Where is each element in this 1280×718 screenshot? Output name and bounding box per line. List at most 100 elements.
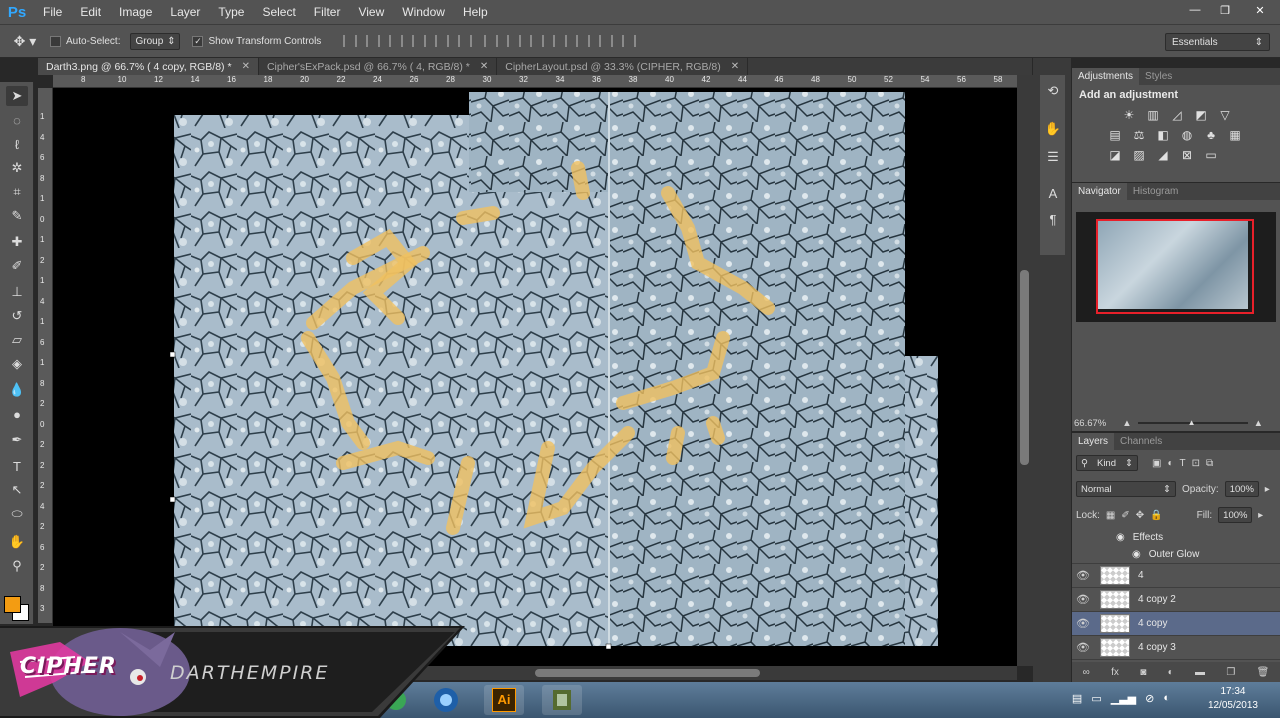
visibility-eye-icon[interactable]: 👁 [1072, 641, 1094, 654]
color-lookup-icon[interactable]: ▦ [1228, 128, 1242, 142]
invert-icon[interactable]: ◪ [1108, 148, 1122, 162]
menu-filter[interactable]: Filter [305, 0, 350, 24]
crop-tool-icon[interactable]: ⌗ [6, 182, 28, 202]
close-button[interactable]: ✕ [1240, 0, 1280, 20]
auto-select-dropdown[interactable]: Group ⇕ [130, 32, 181, 50]
tab-channels[interactable]: Channels [1114, 433, 1168, 450]
adjustment-filter-icon[interactable]: ◐ [1167, 458, 1173, 469]
clone-stamp-tool-icon[interactable]: ⊥ [6, 282, 28, 302]
photo-filter-icon[interactable]: ◍ [1180, 128, 1194, 142]
auto-select-checkbox[interactable]: Auto-Select: [50, 35, 120, 47]
menu-type[interactable]: Type [209, 0, 253, 24]
zoom-slider[interactable]: ▲ [1137, 418, 1248, 427]
ruler-vertical[interactable]: 1468101214161820222426283 [38, 88, 53, 623]
zoom-in-icon[interactable]: ▲ [1254, 418, 1263, 429]
tab-darth3[interactable]: Darth3.png @ 66.7% ( 4 copy, RGB/8) * ✕ [38, 58, 259, 75]
new-layer-icon[interactable]: ❐ [1226, 667, 1235, 678]
close-icon[interactable]: ✕ [480, 61, 488, 72]
paint-bucket-tool-icon[interactable]: ◈ [6, 354, 28, 374]
menu-view[interactable]: View [349, 0, 393, 24]
effects-row[interactable]: ◉ Effects [1072, 528, 1280, 546]
zoom-tool-icon[interactable]: ⚲ [6, 556, 28, 576]
fill-input[interactable]: 100% [1218, 507, 1253, 523]
lock-position-icon[interactable]: ✥ [1136, 510, 1144, 521]
distribute-vcenter-icon[interactable] [507, 35, 522, 47]
curves-icon[interactable]: ◿ [1170, 108, 1184, 122]
navigator-view-frame[interactable] [1096, 219, 1254, 314]
vibrance-icon[interactable]: ▽ [1218, 108, 1232, 122]
align-vcenter-icon[interactable] [366, 35, 381, 47]
effect-eye-icon[interactable]: ◉ [1132, 549, 1141, 560]
brush-tool-icon[interactable]: ✐ [6, 256, 28, 276]
restore-button[interactable]: ❐ [1210, 0, 1240, 20]
layer-row-selected[interactable]: 👁 4 copy [1072, 612, 1280, 636]
lock-all-icon[interactable]: 🔒 [1150, 510, 1162, 521]
distribute-hcenter-icon[interactable] [576, 35, 591, 47]
layer-name[interactable]: 4 copy [1138, 618, 1167, 629]
menu-help[interactable]: Help [454, 0, 497, 24]
canvas-vertical-scrollbar[interactable] [1017, 75, 1033, 666]
align-hcenter-icon[interactable] [435, 35, 450, 47]
tray-clipboard-icon[interactable]: ▤ [1072, 692, 1082, 705]
move-tool-icon[interactable]: ➤ [6, 86, 28, 106]
opacity-input[interactable]: 100% [1224, 481, 1259, 497]
navigator-preview[interactable] [1076, 212, 1276, 322]
color-balance-icon[interactable]: ⚖ [1132, 128, 1146, 142]
menu-image[interactable]: Image [110, 0, 161, 24]
show-transform-checkbox[interactable]: ✓ Show Transform Controls [192, 35, 321, 47]
zoom-value[interactable]: 66.67% [1074, 418, 1106, 429]
align-bottom-icon[interactable] [389, 35, 404, 47]
scroll-thumb[interactable] [1020, 270, 1029, 465]
tab-histogram[interactable]: Histogram [1127, 183, 1185, 200]
properties-panel-icon[interactable]: ☰ [1043, 147, 1063, 167]
distribute-left-icon[interactable] [553, 35, 568, 47]
character-panel-icon[interactable]: A [1043, 183, 1063, 203]
type-tool-icon[interactable]: T [6, 456, 28, 476]
effect-eye-icon[interactable]: ◉ [1116, 532, 1125, 543]
layer-row[interactable]: 👁 4 copy 2 [1072, 588, 1280, 612]
tool-presets-icon[interactable]: ✋ [1043, 119, 1063, 139]
history-panel-icon[interactable]: ⟲ [1043, 81, 1063, 101]
type-filter-icon[interactable]: T [1180, 458, 1186, 469]
chevron-down-icon[interactable]: ▸ [1265, 484, 1270, 495]
channel-mixer-icon[interactable]: ♣ [1204, 128, 1218, 142]
system-clock[interactable]: 17:34 12/05/2013 [1208, 685, 1258, 713]
hand-tool-icon[interactable]: ✋ [6, 532, 28, 552]
foreground-color-swatch-front[interactable] [4, 596, 21, 613]
network-icon[interactable]: ▁▃▅ [1111, 692, 1136, 705]
fx-icon[interactable]: fx [1111, 667, 1119, 678]
exposure-icon[interactable]: ◩ [1194, 108, 1208, 122]
layer-name[interactable]: 4 copy 3 [1138, 642, 1176, 653]
document-canvas[interactable] [53, 88, 1017, 666]
photoshop-taskbar-icon[interactable] [542, 685, 582, 715]
brightness-icon[interactable]: ☀ [1122, 108, 1136, 122]
menu-select[interactable]: Select [253, 0, 304, 24]
visibility-eye-icon[interactable]: 👁 [1072, 617, 1094, 630]
threshold-icon[interactable]: ◢ [1156, 148, 1170, 162]
hue-saturation-icon[interactable]: ▤ [1108, 128, 1122, 142]
mask-icon[interactable]: ◙ [1140, 667, 1146, 678]
path-selection-tool-icon[interactable]: ↖ [6, 480, 28, 500]
selective-color-icon[interactable]: ⊠ [1180, 148, 1194, 162]
visibility-eye-icon[interactable]: 👁 [1072, 569, 1094, 582]
distribute-bottom-icon[interactable] [530, 35, 545, 47]
lasso-tool-icon[interactable]: ℓ [6, 134, 28, 154]
smart-object-filter-icon[interactable]: ⧉ [1206, 458, 1213, 469]
black-white-icon[interactable]: ◧ [1156, 128, 1170, 142]
menu-layer[interactable]: Layer [161, 0, 209, 24]
layer-row[interactable]: 👁 4 [1072, 564, 1280, 588]
security-icon[interactable]: ⊘ [1145, 692, 1154, 705]
history-brush-tool-icon[interactable]: ↺ [6, 306, 28, 326]
tab-cipher-layout[interactable]: CipherLayout.psd @ 33.3% (CIPHER, RGB/8)… [497, 58, 749, 75]
tab-ciphers-expack[interactable]: Cipher'sExPack.psd @ 66.7% ( 4, RGB/8) *… [259, 58, 498, 75]
blend-mode-dropdown[interactable]: Normal ⇕ [1076, 481, 1176, 497]
ruler-horizontal[interactable]: 8 10 12 14 16 18 20 22 24 26 28 30 32 34 36 38 40 42 44 46 4… [53, 75, 1017, 88]
minimize-button[interactable]: — [1180, 0, 1210, 20]
zoom-out-icon[interactable]: ▲ [1122, 418, 1131, 429]
workspace-switcher[interactable]: Essentials ⇕ [1165, 33, 1270, 51]
tab-adjustments[interactable]: Adjustments [1072, 68, 1140, 85]
show-transform-box[interactable]: ✓ [192, 35, 204, 47]
pen-tool-icon[interactable]: ✒ [6, 430, 28, 450]
marquee-tool-icon[interactable]: ◌ [6, 110, 28, 130]
trash-icon[interactable]: 🗑 [1257, 667, 1270, 678]
